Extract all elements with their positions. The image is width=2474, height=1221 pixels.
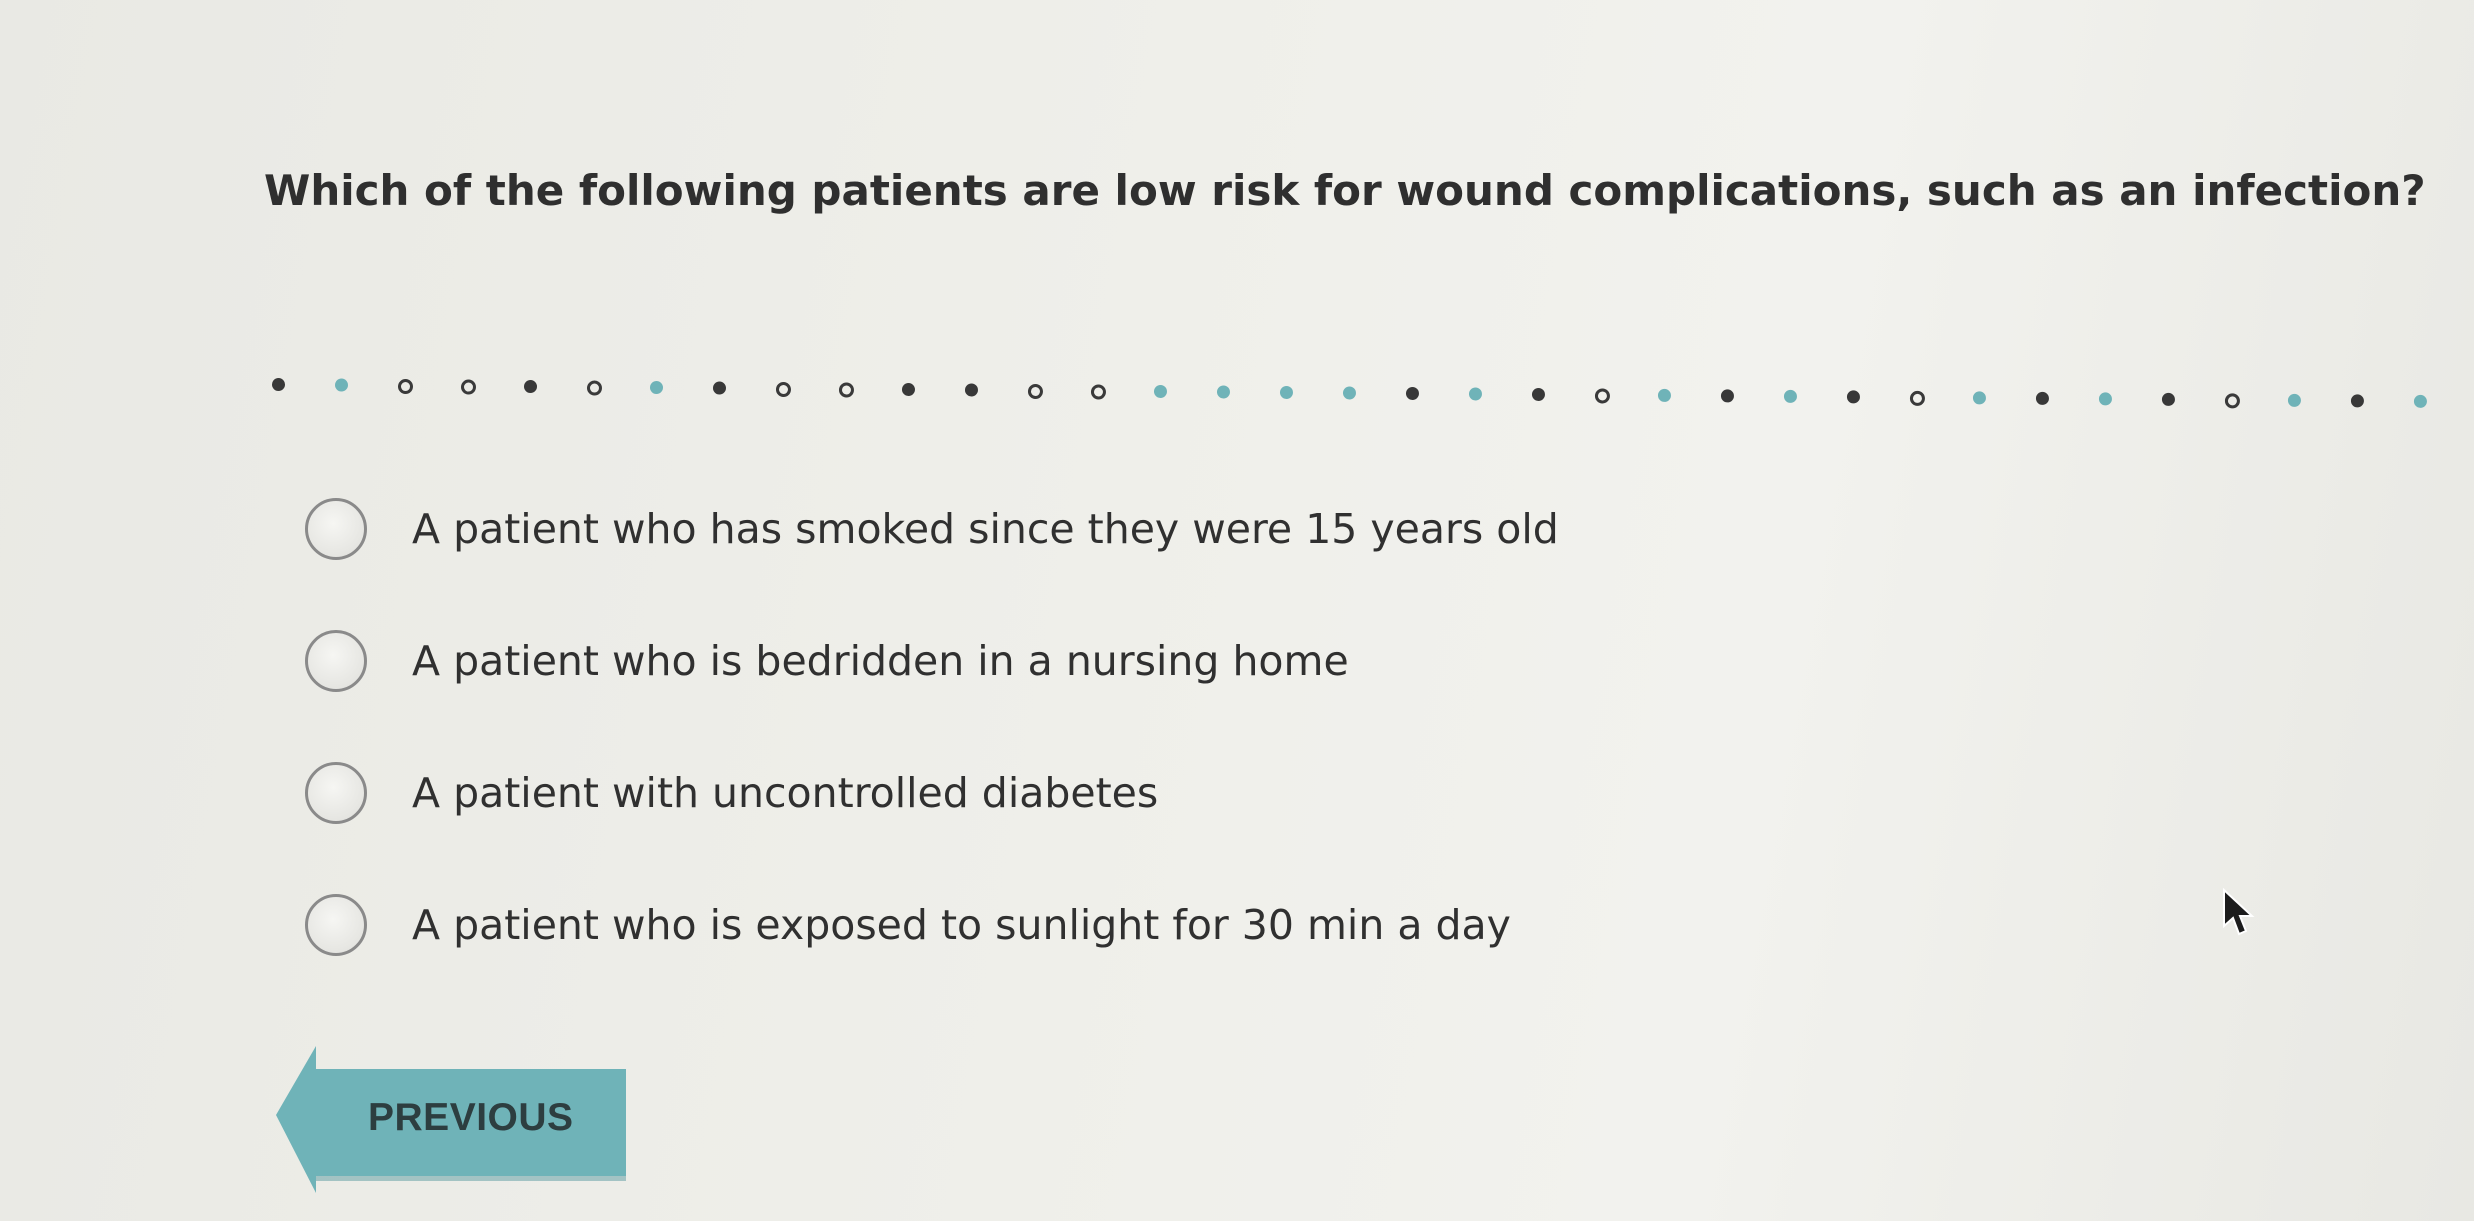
progress-dot	[901, 382, 916, 397]
progress-dot	[2224, 393, 2240, 409]
answer-option-1[interactable]: A patient who has smoked since they were…	[305, 496, 1559, 562]
progress-dot	[1531, 387, 1546, 401]
answer-label-2: A patient who is bedridden in a nursing …	[412, 637, 1349, 685]
progress-dot	[2413, 394, 2427, 408]
progress-dot	[334, 378, 349, 392]
radio-button-4[interactable]	[305, 894, 367, 956]
progress-dot	[1342, 386, 1357, 400]
progress-dot	[964, 383, 979, 397]
progress-dot	[775, 381, 792, 398]
progress-dot	[1720, 389, 1735, 403]
progress-dot	[1909, 390, 1926, 406]
progress-dot	[1846, 390, 1861, 404]
answer-label-4: A patient who is exposed to sunlight for…	[412, 901, 1511, 949]
answer-option-4[interactable]: A patient who is exposed to sunlight for…	[305, 892, 1559, 958]
progress-dot	[1153, 384, 1168, 399]
progress-dot	[1468, 387, 1483, 401]
previous-button-label: PREVIOUS	[368, 1096, 574, 1139]
answer-option-2[interactable]: A patient who is bedridden in a nursing …	[305, 628, 1559, 694]
progress-dot	[397, 378, 414, 395]
progress-dot	[271, 378, 286, 392]
progress-dot	[1594, 388, 1611, 404]
answer-option-3[interactable]: A patient with uncontrolled diabetes	[305, 760, 1559, 826]
progress-dot	[460, 379, 477, 395]
progress-dot	[1279, 385, 1294, 400]
progress-dot	[1027, 383, 1044, 400]
progress-dot	[2161, 392, 2175, 406]
progress-dot	[1972, 391, 1987, 405]
answer-label-1: A patient who has smoked since they were…	[412, 505, 1559, 553]
progress-dot	[523, 379, 538, 394]
answer-label-3: A patient with uncontrolled diabetes	[412, 769, 1159, 817]
question-text: Which of the following patients are low …	[264, 166, 2426, 215]
radio-button-1[interactable]	[305, 498, 367, 560]
progress-dot	[1783, 389, 1798, 403]
progress-dot	[1216, 385, 1231, 399]
radio-button-3[interactable]	[305, 762, 367, 824]
mouse-pointer-icon	[2223, 888, 2255, 936]
previous-button[interactable]: PREVIOUS	[276, 1040, 626, 1195]
progress-dot	[2098, 392, 2112, 406]
progress-dot	[2035, 391, 2050, 405]
progress-dot	[2287, 393, 2301, 407]
progress-dot	[1405, 386, 1420, 401]
progress-dot	[2350, 394, 2364, 408]
progress-dot	[712, 381, 727, 395]
progress-dot	[1657, 388, 1672, 402]
radio-button-2[interactable]	[305, 630, 367, 692]
progress-dots	[271, 360, 2452, 427]
progress-dot	[1090, 384, 1107, 400]
progress-dot	[838, 382, 855, 398]
progress-dot	[586, 380, 603, 396]
answer-options: A patient who has smoked since they were…	[305, 496, 1559, 1024]
progress-dot	[649, 380, 664, 395]
